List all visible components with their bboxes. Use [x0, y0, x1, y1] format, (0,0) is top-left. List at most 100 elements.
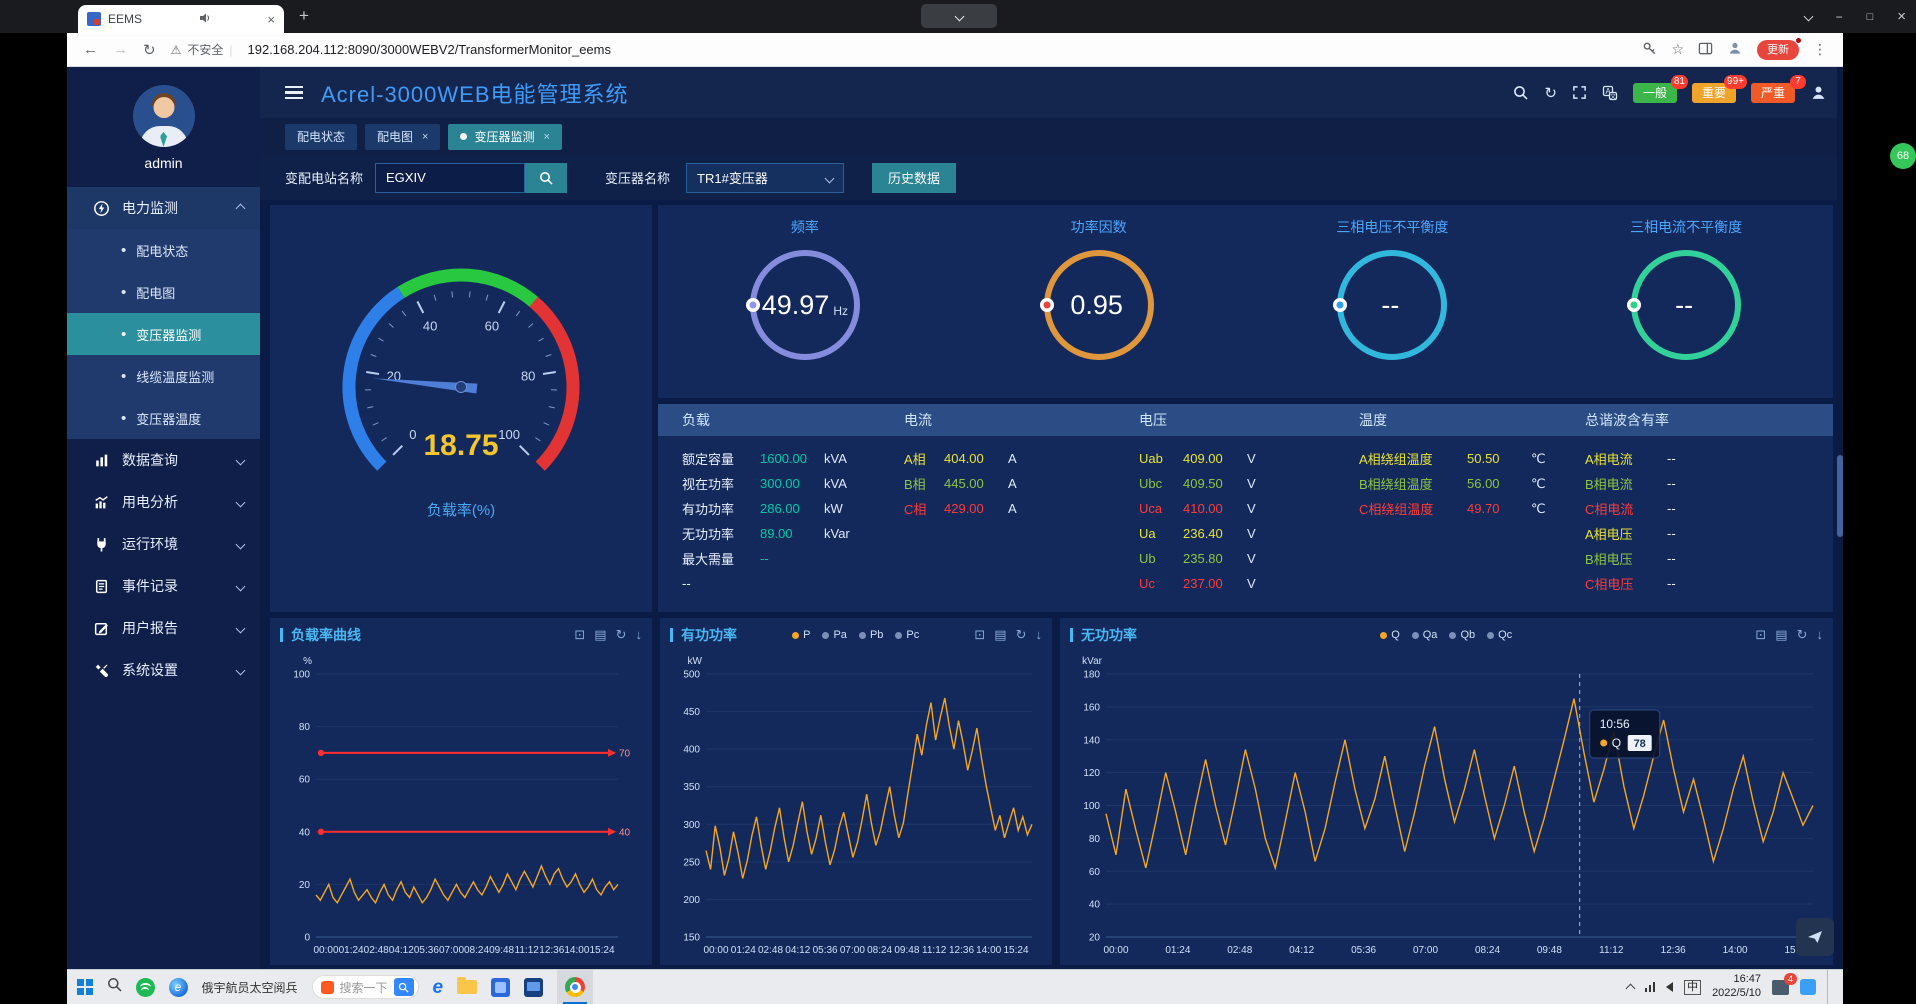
- station-input[interactable]: [375, 163, 525, 193]
- forward-icon[interactable]: →: [113, 41, 128, 58]
- tray-app-icon[interactable]: [1800, 979, 1816, 995]
- tab-search-chevron-icon[interactable]: [1803, 12, 1813, 22]
- sidebar-subitem[interactable]: •配电状态: [67, 229, 260, 271]
- table-column: 额定容量1600.00kVA视在功率300.00kVA有功功率286.00kW无…: [682, 446, 904, 596]
- alarm-badge-normal[interactable]: 一般81: [1633, 83, 1677, 103]
- history-data-button[interactable]: 历史数据: [872, 163, 956, 193]
- tray-expand-icon[interactable]: [1625, 984, 1635, 994]
- sidebar-item[interactable]: 事件记录: [67, 565, 260, 607]
- app-icon[interactable]: [524, 978, 543, 997]
- toolbox-restore-icon[interactable]: ↻: [1016, 627, 1027, 643]
- sidebar-item[interactable]: 用电分析: [67, 481, 260, 523]
- profile-avatar-icon[interactable]: [1727, 40, 1743, 59]
- sidebar-subitem[interactable]: •配电图: [67, 271, 260, 313]
- side-panel-icon[interactable]: [1698, 41, 1713, 59]
- close-icon[interactable]: ×: [422, 131, 428, 143]
- alarm-badge-critical[interactable]: 严重7: [1751, 83, 1795, 103]
- table-column: A相404.00AB相445.00AC相429.00A: [904, 446, 1139, 596]
- key-icon[interactable]: [1642, 41, 1657, 59]
- news-widget-text[interactable]: 俄宇航员太空阅兵: [202, 979, 298, 996]
- chrome-taskbar-button[interactable]: [557, 970, 593, 1004]
- legend-item[interactable]: Pb: [859, 629, 883, 641]
- overlay-count-bubble[interactable]: 68: [1890, 143, 1916, 169]
- station-search-button[interactable]: [525, 163, 567, 193]
- close-button[interactable]: ×: [1897, 8, 1906, 25]
- search-icon[interactable]: [1513, 85, 1529, 101]
- tab-chip-distribution-diagram[interactable]: 配电图×: [365, 124, 440, 150]
- svg-text:300: 300: [683, 820, 700, 831]
- spotify-icon[interactable]: [136, 978, 155, 997]
- toolbox-magictype-icon[interactable]: ▤: [594, 627, 606, 643]
- window-controls: − □ ×: [1805, 0, 1906, 33]
- start-button[interactable]: [77, 979, 93, 995]
- recording-overlay-dropdown[interactable]: [921, 4, 997, 28]
- transformer-select[interactable]: TR1#变压器: [686, 163, 844, 193]
- legend-item[interactable]: Qc: [1487, 629, 1512, 641]
- close-icon[interactable]: ×: [543, 131, 549, 143]
- ime-indicator[interactable]: 中: [1684, 980, 1701, 995]
- file-explorer-icon[interactable]: [457, 980, 477, 994]
- alarm-badge-important[interactable]: 重要99+: [1692, 83, 1736, 103]
- toolbox-magictype-icon[interactable]: ▤: [1775, 627, 1787, 643]
- hamburger-menu-icon[interactable]: [285, 86, 303, 99]
- maximize-button[interactable]: □: [1867, 11, 1874, 23]
- search-go-icon[interactable]: [394, 978, 414, 996]
- fullscreen-icon[interactable]: [1572, 85, 1587, 100]
- new-tab-button[interactable]: +: [299, 6, 309, 26]
- notification-icon[interactable]: 4: [1772, 980, 1789, 995]
- toolbox-dataview-icon[interactable]: ⊡: [574, 627, 585, 643]
- sidebar-item[interactable]: 系统设置: [67, 649, 260, 691]
- url-text[interactable]: 192.168.204.112:8090/3000WEBV2/Transform…: [247, 42, 611, 57]
- sidebar-subitem[interactable]: •变压器监测: [67, 313, 260, 355]
- table-row: B相电流--: [1585, 471, 1833, 496]
- tab-chip-distribution-status[interactable]: 配电状态: [285, 124, 357, 150]
- sidebar-subitem[interactable]: •线缆温度监测: [67, 355, 260, 397]
- news-widget-icon[interactable]: e: [169, 978, 188, 997]
- user-icon[interactable]: [1810, 84, 1827, 101]
- chat-float-button[interactable]: [1796, 918, 1834, 956]
- sidebar-item[interactable]: 用户报告: [67, 607, 260, 649]
- toolbox-restore-icon[interactable]: ↻: [1797, 627, 1808, 643]
- show-desktop-button[interactable]: [1827, 970, 1831, 1004]
- toolbox-dataview-icon[interactable]: ⊡: [1755, 627, 1766, 643]
- toolbox-save-image-icon[interactable]: ↓: [636, 627, 643, 643]
- internet-explorer-icon[interactable]: e: [433, 978, 444, 997]
- legend-item[interactable]: Qb: [1449, 629, 1475, 641]
- update-button[interactable]: 更新: [1757, 40, 1799, 60]
- browser-menu-icon[interactable]: ⋮: [1813, 41, 1827, 58]
- taskbar-search-widget[interactable]: 搜索一下: [312, 975, 419, 999]
- volume-icon[interactable]: [1666, 982, 1673, 992]
- toolbox-magictype-icon[interactable]: ▤: [994, 627, 1006, 643]
- taskbar-search-icon[interactable]: [107, 977, 122, 997]
- scrollbar-thumb[interactable]: [1837, 455, 1843, 537]
- browser-tab[interactable]: EEMS ×: [78, 5, 284, 33]
- minimize-button[interactable]: −: [1836, 10, 1843, 24]
- refresh-icon[interactable]: ↻: [1544, 84, 1557, 102]
- toolbox-save-image-icon[interactable]: ↓: [1817, 627, 1824, 643]
- toolbox-save-image-icon[interactable]: ↓: [1036, 627, 1043, 643]
- reload-icon[interactable]: ↻: [143, 41, 156, 59]
- legend-item[interactable]: Pc: [895, 629, 919, 641]
- app-icon[interactable]: [491, 978, 510, 997]
- toolbox-restore-icon[interactable]: ↻: [616, 627, 627, 643]
- legend-item[interactable]: Qa: [1412, 629, 1438, 641]
- legend-item[interactable]: P: [792, 629, 810, 641]
- tab-close-icon[interactable]: ×: [267, 12, 275, 27]
- tab-chip-transformer-monitor[interactable]: 变压器监测×: [448, 124, 561, 150]
- sidebar-subitem[interactable]: •变压器温度: [67, 397, 260, 439]
- sidebar-item[interactable]: 电力监测: [67, 187, 260, 229]
- scrollbar-track[interactable]: [1837, 67, 1843, 969]
- legend-item[interactable]: Q: [1380, 629, 1400, 641]
- sidebar-item[interactable]: 运行环境: [67, 523, 260, 565]
- taskbar-clock[interactable]: 16:47 2022/5/10: [1712, 973, 1761, 1001]
- network-icon[interactable]: [1645, 982, 1656, 992]
- toolbox-dataview-icon[interactable]: ⊡: [974, 627, 985, 643]
- bookmark-star-icon[interactable]: ☆: [1671, 41, 1684, 58]
- translate-icon[interactable]: A文: [1602, 85, 1618, 101]
- load-rate-gauge: 02040608010018.75负载率(%): [270, 229, 652, 546]
- legend-item[interactable]: Pa: [822, 629, 846, 641]
- sidebar-item[interactable]: 数据查询: [67, 439, 260, 481]
- back-icon[interactable]: ←: [83, 41, 98, 58]
- security-indicator[interactable]: ⚠ 不安全 |: [171, 41, 233, 58]
- audio-playing-icon[interactable]: [199, 12, 211, 27]
